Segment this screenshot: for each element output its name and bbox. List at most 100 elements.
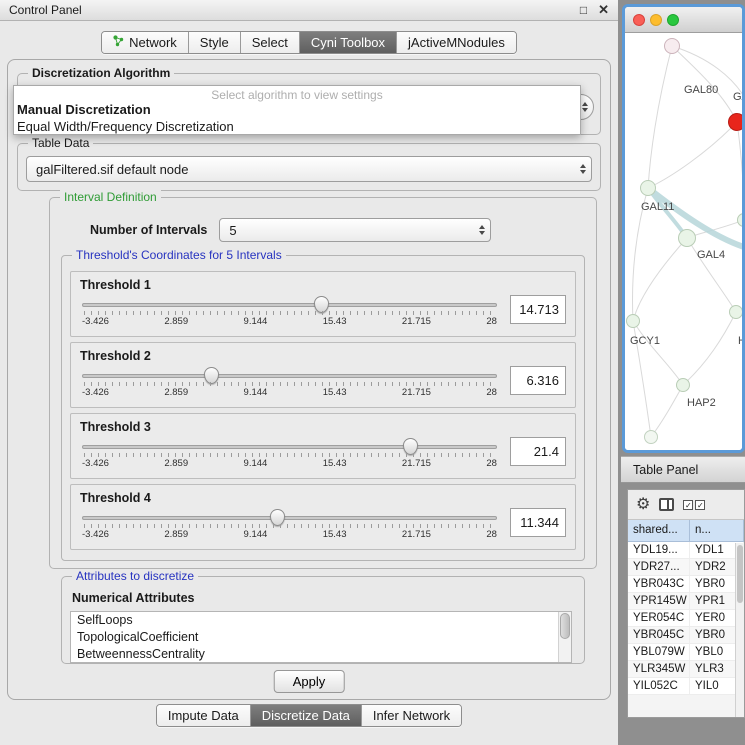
algorithm-dropdown: Select algorithm to view settings Manual… xyxy=(13,85,581,135)
threshold-4-value[interactable]: 11.344 xyxy=(510,508,566,537)
number-of-intervals-combobox[interactable]: 5 xyxy=(219,218,491,242)
table-cell: YDL19... xyxy=(628,542,690,558)
attributes-to-discretize-group: Attributes to discretize Numerical Attri… xyxy=(61,576,585,664)
table-cell: YBR045C xyxy=(628,627,690,643)
threshold-1-box: Threshold 1 -3.4262.8599.14415.4321.7152… xyxy=(70,271,576,337)
network-node[interactable] xyxy=(676,378,690,392)
threshold-1-slider[interactable]: -3.4262.8599.14415.4321.71528 xyxy=(82,295,497,329)
tick-label: -3.426 xyxy=(82,387,109,398)
table-row[interactable]: YER054CYER0 xyxy=(628,610,744,627)
network-canvas[interactable]: GAL80GAGAL11GAL4GCY1HHAP2 xyxy=(625,33,742,450)
table-row[interactable]: YIL052CYIL0 xyxy=(628,678,744,695)
network-node[interactable] xyxy=(644,430,658,444)
slider-track xyxy=(82,445,497,449)
network-node[interactable] xyxy=(664,38,680,54)
scrollbar-thumb[interactable] xyxy=(737,545,743,603)
tick-label: -3.426 xyxy=(82,458,109,469)
tick-label: -3.426 xyxy=(82,529,109,540)
threshold-3-slider[interactable]: -3.4262.8599.14415.4321.71528 xyxy=(82,437,497,471)
network-node-label: GAL4 xyxy=(697,249,725,261)
tab-network[interactable]: Network xyxy=(102,32,189,53)
close-icon[interactable]: ✕ xyxy=(598,2,609,18)
checkbox-icon[interactable]: ✓ xyxy=(683,500,693,510)
table-cell: YER054C xyxy=(628,610,690,626)
float-window-icon[interactable]: □ xyxy=(580,3,587,17)
tick-label: -3.426 xyxy=(82,316,109,327)
scrollbar-thumb[interactable] xyxy=(560,613,570,639)
tab-label: jActiveMNodules xyxy=(408,35,505,50)
table-header-row: shared...n... xyxy=(628,520,744,542)
slider-tick-labels: -3.4262.8599.14415.4321.71528 xyxy=(82,458,497,469)
table-scrollbar[interactable] xyxy=(735,543,744,717)
table-row[interactable]: YBR043CYBR0 xyxy=(628,576,744,593)
network-node[interactable] xyxy=(678,229,696,247)
group-title: Table Data xyxy=(28,136,93,150)
gear-icon[interactable]: ⚙ xyxy=(636,497,650,513)
table-row[interactable]: YLR345WYLR3 xyxy=(628,661,744,678)
apply-button[interactable]: Apply xyxy=(274,670,345,693)
threshold-label: Threshold 2 xyxy=(71,343,575,363)
combo-stepper-icon xyxy=(574,161,591,177)
dropdown-option-equal-width[interactable]: Equal Width/Frequency Discretization xyxy=(14,118,580,135)
threshold-3-value[interactable]: 21.4 xyxy=(510,437,566,466)
list-scrollbar[interactable] xyxy=(558,612,571,662)
threshold-label: Threshold 1 xyxy=(71,272,575,292)
tab-jactivemnodules[interactable]: jActiveMNodules xyxy=(397,32,516,53)
group-title: Attributes to discretize xyxy=(72,569,198,583)
network-node[interactable] xyxy=(640,180,656,196)
zoom-traffic-light-icon[interactable] xyxy=(667,14,679,26)
table-panel: ⚙ ✓ ✓ shared...n... YDL19...YDL1YDR27...… xyxy=(627,489,745,718)
threshold-1-value[interactable]: 14.713 xyxy=(510,295,566,324)
tab-infer-network[interactable]: Infer Network xyxy=(362,705,461,726)
tab-label: Cyni Toolbox xyxy=(311,35,385,50)
tick-label: 2.859 xyxy=(164,387,188,398)
slider-ticks xyxy=(84,524,495,528)
checkbox-icon[interactable]: ✓ xyxy=(695,500,705,510)
tab-label: Select xyxy=(252,35,288,50)
table-body: YDL19...YDL1YDR27...YDR2YBR043CYBR0YPR14… xyxy=(628,542,744,695)
threshold-4-slider[interactable]: -3.4262.8599.14415.4321.71528 xyxy=(82,508,497,542)
tick-label: 21.715 xyxy=(402,387,431,398)
control-panel-window: Control Panel □ ✕ Network Style Select C… xyxy=(0,0,618,745)
column-header[interactable]: n... xyxy=(690,520,744,541)
group-title: Threshold's Coordinates for 5 Intervals xyxy=(72,248,286,262)
threshold-2-value[interactable]: 6.316 xyxy=(510,366,566,395)
tab-cyni-toolbox[interactable]: Cyni Toolbox xyxy=(300,32,397,53)
network-node[interactable] xyxy=(626,314,640,328)
number-of-intervals-label: Number of Intervals xyxy=(90,223,207,237)
table-row[interactable]: YBR045CYBR0 xyxy=(628,627,744,644)
tick-label: 15.43 xyxy=(323,529,347,540)
window-title: Control Panel xyxy=(9,3,82,17)
tab-select[interactable]: Select xyxy=(241,32,300,53)
attribute-item[interactable]: TopologicalCoefficient xyxy=(71,629,571,646)
table-row[interactable]: YBL079WYBL0 xyxy=(628,644,744,661)
close-traffic-light-icon[interactable] xyxy=(633,14,645,26)
network-node[interactable] xyxy=(729,305,742,319)
control-panel-titlebar: Control Panel □ ✕ xyxy=(0,0,618,21)
top-tab-bar: Network Style Select Cyni Toolbox jActiv… xyxy=(0,31,618,54)
table-panel-header[interactable]: Table Panel xyxy=(621,456,745,483)
interval-definition-group: Interval Definition Number of Intervals … xyxy=(49,197,597,569)
tab-impute-data[interactable]: Impute Data xyxy=(157,705,251,726)
select-columns-icons[interactable]: ✓ ✓ xyxy=(683,500,705,510)
dropdown-option-manual[interactable]: Manual Discretization xyxy=(14,101,580,118)
minimize-traffic-light-icon[interactable] xyxy=(650,14,662,26)
threshold-2-slider[interactable]: -3.4262.8599.14415.4321.71528 xyxy=(82,366,497,400)
table-row[interactable]: YDL19...YDL1 xyxy=(628,542,744,559)
attribute-item[interactable]: BetweennessCentrality xyxy=(71,646,571,663)
combo-value: 5 xyxy=(220,223,473,238)
tab-discretize-data[interactable]: Discretize Data xyxy=(251,705,362,726)
table-row[interactable]: YPR145WYPR1 xyxy=(628,593,744,610)
tab-label: Impute Data xyxy=(168,708,239,723)
dropdown-prompt: Select algorithm to view settings xyxy=(14,86,580,101)
column-header[interactable]: shared... xyxy=(628,520,690,541)
columns-icon[interactable] xyxy=(659,498,674,511)
numerical-attributes-list[interactable]: SelfLoopsTopologicalCoefficientBetweenne… xyxy=(70,611,572,663)
network-node[interactable] xyxy=(728,113,742,131)
attribute-item[interactable]: SelfLoops xyxy=(71,612,571,629)
threshold-label: Threshold 4 xyxy=(71,485,575,505)
tab-label: Infer Network xyxy=(373,708,450,723)
tab-style[interactable]: Style xyxy=(189,32,241,53)
table-data-combobox[interactable]: galFiltered.sif default node xyxy=(26,156,592,182)
table-row[interactable]: YDR27...YDR2 xyxy=(628,559,744,576)
